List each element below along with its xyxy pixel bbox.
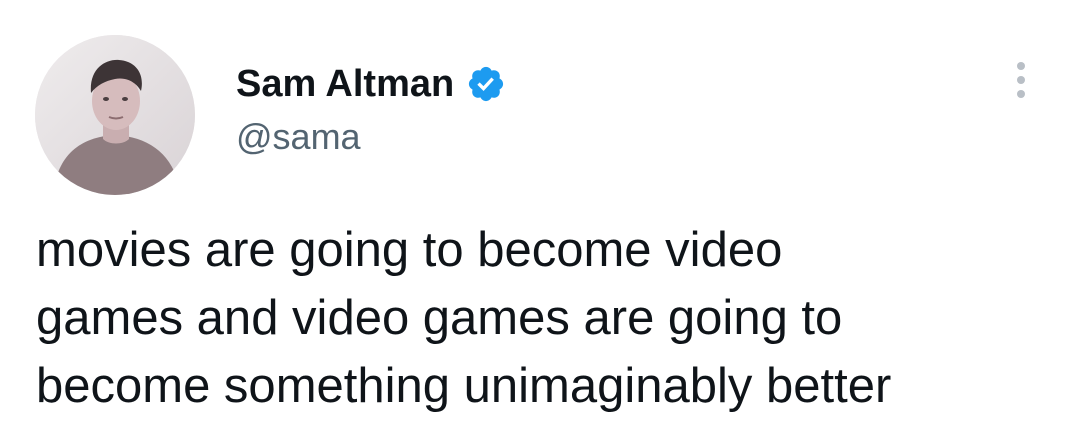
tweet-text-line: become something unimaginably better (36, 359, 892, 413)
avatar-photo (35, 35, 195, 195)
more-vertical-icon-dot (1017, 62, 1025, 70)
author-handle[interactable]: @sama (236, 114, 361, 160)
more-vertical-icon-dot (1017, 90, 1025, 98)
verified-badge-icon (466, 64, 506, 104)
author-display-name[interactable]: Sam Altman (236, 60, 454, 108)
tweet-text-line: movies are going to become video (36, 223, 783, 277)
tweet-text: movies are going to become video games a… (36, 216, 1066, 420)
more-options-button[interactable] (1004, 56, 1038, 104)
author-name-row: Sam Altman (236, 60, 506, 108)
more-vertical-icon-dot (1017, 76, 1025, 84)
avatar[interactable] (35, 35, 195, 195)
tweet-card: Sam Altman @sama movies are going to bec… (0, 0, 1080, 421)
tweet-text-line: games and video games are going to (36, 291, 843, 345)
